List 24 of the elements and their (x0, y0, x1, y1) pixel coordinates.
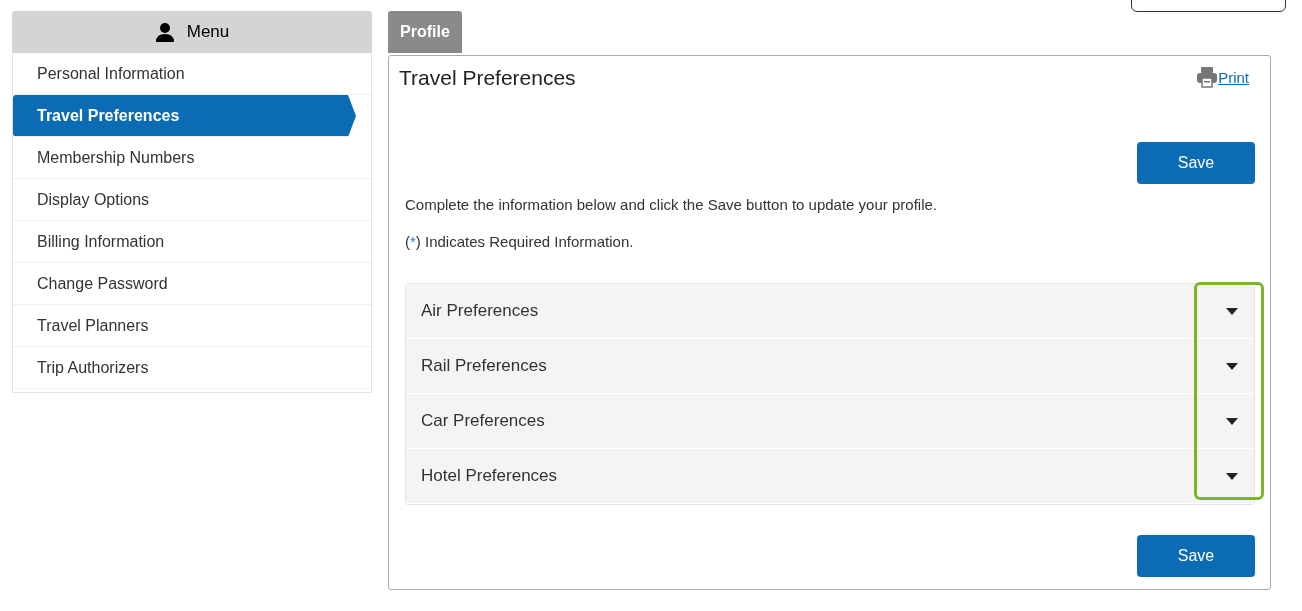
caret-icon (1226, 362, 1238, 370)
print-link[interactable]: Print (1196, 66, 1249, 88)
sidebar-item[interactable]: Billing Information (13, 221, 371, 263)
accordion-header[interactable]: Rail Preferences (406, 339, 1254, 394)
caret-icon (1226, 417, 1238, 425)
save-button[interactable]: Save (1137, 535, 1255, 577)
sidebar-item[interactable]: Display Options (13, 179, 371, 221)
sidebar-item[interactable]: Membership Numbers (13, 137, 371, 179)
sidebar-item[interactable]: Travel Planners (13, 305, 371, 347)
save-button[interactable]: Save (1137, 142, 1255, 184)
instructions-text: Complete the information below and click the Save button to update your profile. (405, 196, 938, 213)
caret-icon (1226, 307, 1238, 315)
sidebar-item[interactable]: Travel Preferences (13, 95, 356, 137)
sidebar-item[interactable]: Trip Authorizers (13, 347, 371, 389)
panel-title: Travel Preferences (399, 66, 576, 90)
menu-title: Menu (186, 22, 230, 42)
sidebar-item[interactable]: Change Password (13, 263, 371, 305)
accordion-header[interactable]: Car Preferences (406, 394, 1254, 449)
user-icon (154, 22, 175, 42)
accordion-header[interactable]: Hotel Preferences (406, 449, 1254, 504)
accordion-header[interactable]: Air Preferences (406, 284, 1254, 339)
required-note: (*) Indicates Required Information. (405, 233, 635, 250)
caret-icon (1226, 472, 1238, 480)
printer-icon (1196, 66, 1219, 88)
